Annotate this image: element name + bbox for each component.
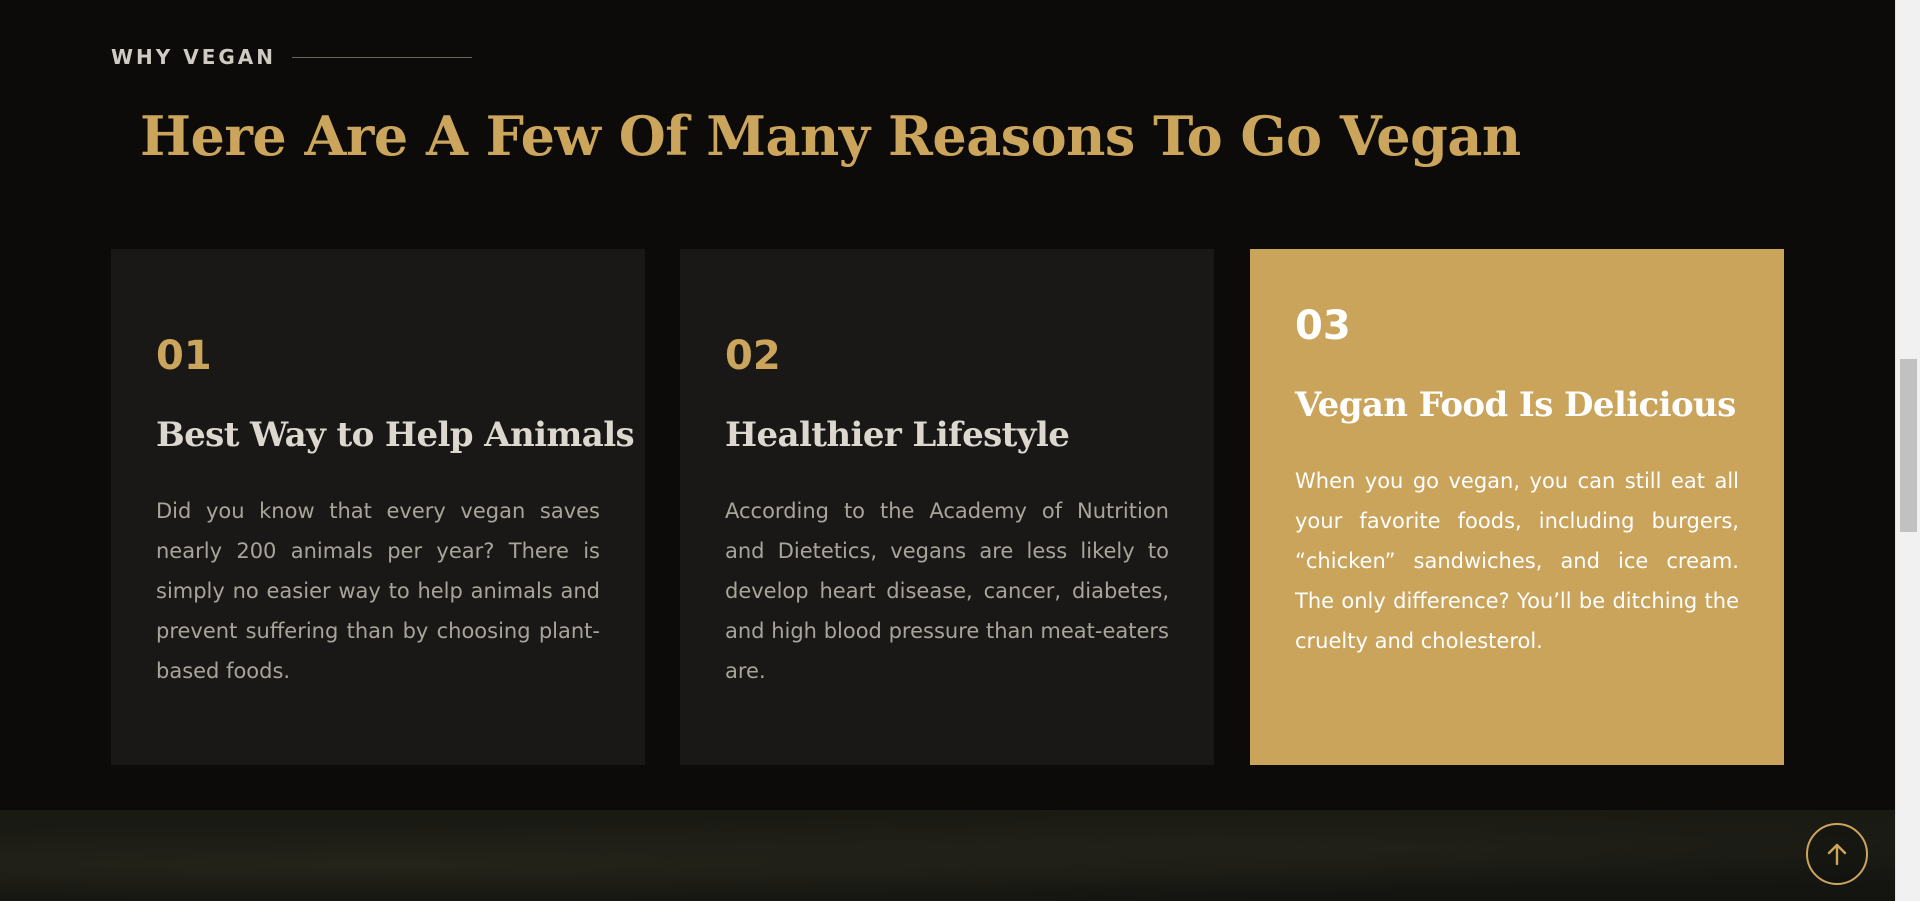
- back-to-top-button[interactable]: [1806, 823, 1868, 885]
- card-title: Healthier Lifestyle: [725, 415, 1070, 455]
- arrow-up-icon: [1827, 843, 1847, 866]
- reason-card-1: 01 Best Way to Help Animals Did you know…: [111, 249, 645, 765]
- scrollbar-thumb[interactable]: [1900, 359, 1917, 532]
- card-description: When you go vegan, you can still eat all…: [1295, 469, 1739, 653]
- card-number: 02: [725, 333, 781, 379]
- reason-card-2: 02 Healthier Lifestyle According to the …: [680, 249, 1214, 765]
- card-title: Vegan Food Is Delicious: [1295, 385, 1736, 425]
- page-scrollbar[interactable]: [1895, 0, 1920, 901]
- card-number: 01: [156, 333, 212, 379]
- section-headline: Here Are A Few Of Many Reasons To Go Veg…: [140, 104, 1521, 168]
- card-title: Best Way to Help Animals: [156, 415, 635, 455]
- card-description: According to the Academy of Nutrition an…: [725, 499, 1169, 683]
- reason-card-3: 03 Vegan Food Is Delicious When you go v…: [1250, 249, 1784, 765]
- section-eyebrow: WHY VEGAN: [111, 45, 473, 69]
- page: WHY VEGAN Here Are A Few Of Many Reasons…: [0, 0, 1920, 901]
- card-number: 03: [1295, 303, 1351, 349]
- next-section-background: [0, 810, 1895, 901]
- eyebrow-divider: [292, 56, 473, 58]
- eyebrow-label: WHY VEGAN: [111, 45, 277, 69]
- card-description: Did you know that every vegan saves near…: [156, 499, 600, 683]
